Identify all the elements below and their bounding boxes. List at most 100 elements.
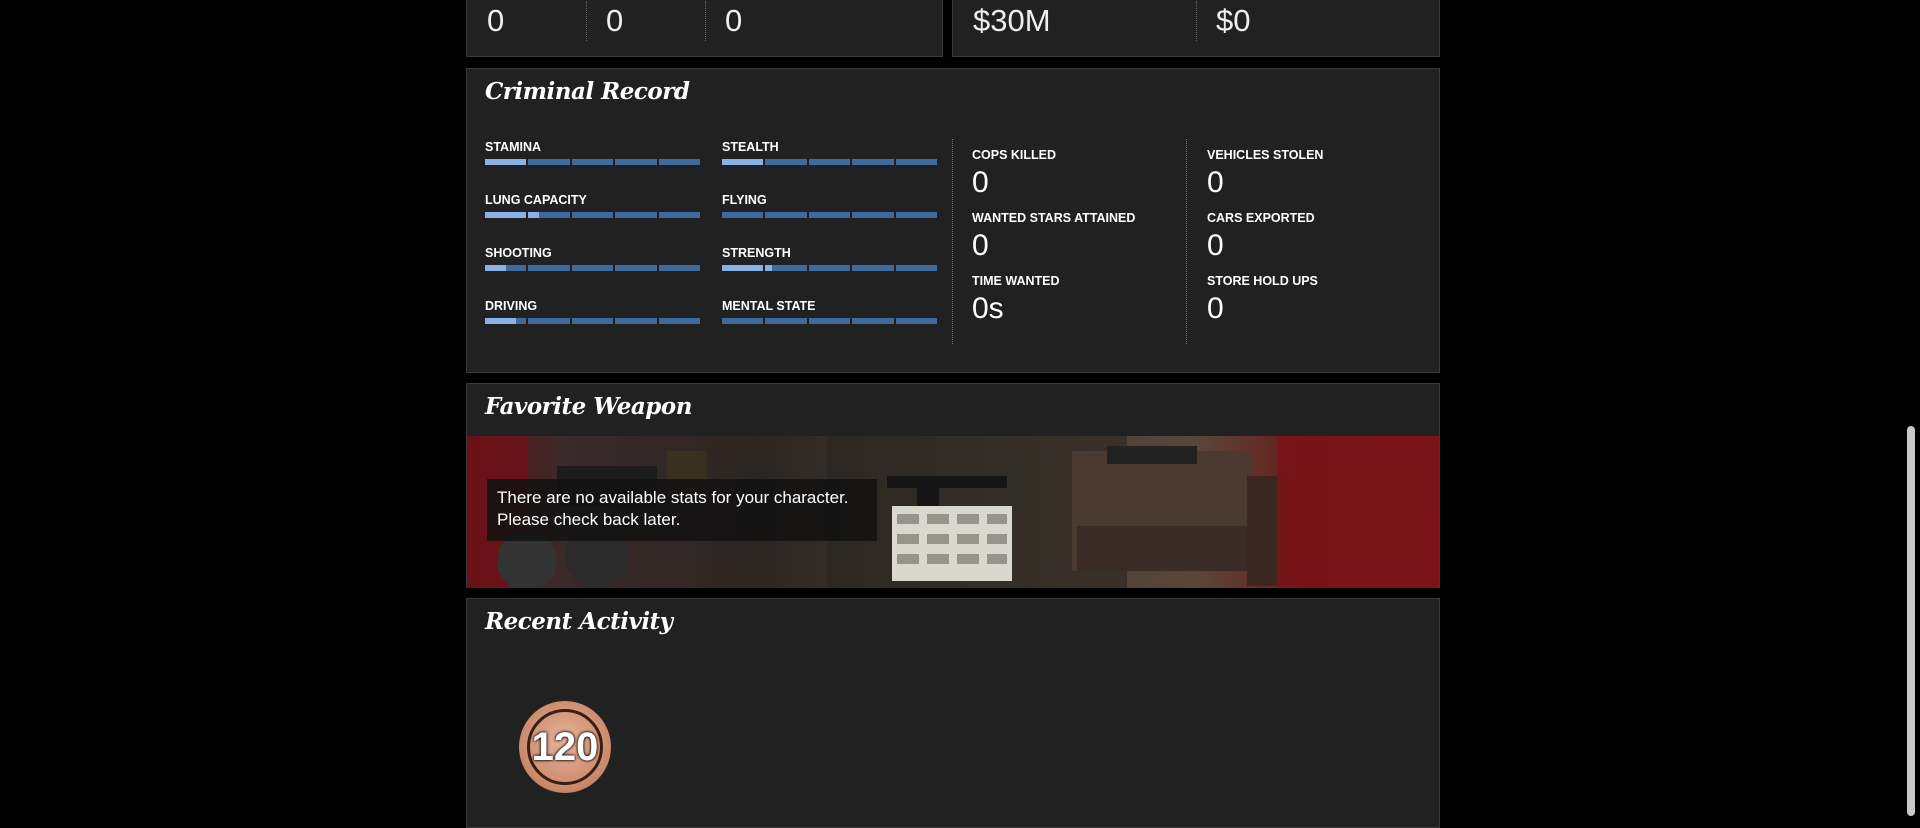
skill-bar-segment <box>852 318 894 324</box>
divider <box>952 139 953 344</box>
stat-cars-exported: CARS EXPORTED 0 <box>1207 211 1427 261</box>
skill-bar-segment <box>808 159 851 165</box>
skill-bar-segment <box>808 265 851 271</box>
recent-activity-title: Recent Activity <box>485 608 673 635</box>
skill-bar-segment <box>808 318 851 324</box>
skill-label: LUNG CAPACITY <box>485 193 587 207</box>
skill-bar-segment <box>658 318 701 324</box>
skill-bar <box>722 159 938 165</box>
skill-bar-segment <box>895 265 938 271</box>
skill-bar-segment <box>571 212 614 218</box>
skill-bar-segment <box>615 265 657 271</box>
skill-bar-segment <box>722 265 764 271</box>
skill-bar-fill <box>528 212 539 218</box>
skill-bar-segment <box>658 212 701 218</box>
stat-label: WANTED STARS ATTAINED <box>972 211 1136 225</box>
scrollbar-thumb[interactable] <box>1907 426 1915 816</box>
skill-bar-segment <box>485 318 527 324</box>
skill-bar-segment <box>615 318 657 324</box>
skill-bar-segment <box>722 318 764 324</box>
top-stat-money: $30M <box>973 3 1051 38</box>
skill-strength: STRENGTH <box>722 246 938 271</box>
criminal-record-panel: Criminal Record STAMINA STEALTH LUNG CAP… <box>466 68 1440 373</box>
skill-bar-fill <box>722 159 764 165</box>
stat-vehicles-stolen: VEHICLES STOLEN 0 <box>1207 148 1427 198</box>
favorite-weapon-title: Favorite Weapon <box>485 393 692 420</box>
skill-bar <box>722 265 938 271</box>
skill-bar <box>485 318 701 324</box>
skill-bar-segment <box>571 265 614 271</box>
skill-driving: DRIVING <box>485 299 701 324</box>
skill-bar-segment <box>571 318 614 324</box>
skill-bar <box>485 159 701 165</box>
skill-flying: FLYING <box>722 193 938 218</box>
skill-bar-segment <box>528 318 570 324</box>
top-stats-right-panel: $30M $0 <box>952 0 1440 57</box>
skill-bar-fill <box>722 265 764 271</box>
weapon-banner-image: There are no available stats for your ch… <box>467 436 1439 588</box>
skill-bar-segment <box>765 212 807 218</box>
top-stat-value: 0 <box>725 3 743 38</box>
skill-bar-segment <box>895 318 938 324</box>
skill-bar <box>722 212 938 218</box>
stat-value: 0 <box>1207 166 1224 199</box>
top-stat-value: 0 <box>487 3 505 38</box>
stat-value: 0s <box>972 292 1004 325</box>
rank-badge-icon[interactable]: 120 <box>519 701 611 793</box>
skill-bar-segment <box>808 212 851 218</box>
skill-bar-segment <box>615 159 657 165</box>
skill-label: MENTAL STATE <box>722 299 816 313</box>
skill-label: STAMINA <box>485 140 542 154</box>
no-stats-message: There are no available stats for your ch… <box>487 479 877 541</box>
skill-mental-state: MENTAL STATE <box>722 299 938 324</box>
skill-bar-segment <box>528 212 570 218</box>
stat-value: 0 <box>972 166 989 199</box>
message-line-2: Please check back later. <box>497 510 681 529</box>
skill-bar-segment <box>852 265 894 271</box>
stat-value: 0 <box>1207 292 1224 325</box>
skill-bar <box>722 318 938 324</box>
skill-bar-segment <box>722 212 764 218</box>
skill-label: FLYING <box>722 193 767 207</box>
skill-bar-segment <box>658 265 701 271</box>
scrollbar[interactable] <box>1900 0 1920 816</box>
skill-bar-segment <box>765 318 807 324</box>
skill-label: STEALTH <box>722 140 779 154</box>
skill-bar-segment <box>658 159 701 165</box>
skill-bar-segment <box>485 265 527 271</box>
skill-label: STRENGTH <box>722 246 791 260</box>
skill-bar-segment <box>571 159 614 165</box>
skill-bar-segment <box>895 159 938 165</box>
skill-lung-capacity: LUNG CAPACITY <box>485 193 701 218</box>
stat-value: 0 <box>1207 229 1224 262</box>
skill-bar-fill <box>485 212 527 218</box>
stat-label: CARS EXPORTED <box>1207 211 1315 225</box>
skill-bar <box>485 265 701 271</box>
skill-bar-segment <box>765 265 807 271</box>
skill-bar-fill <box>485 159 527 165</box>
skill-bar-segment <box>765 159 807 165</box>
message-line-1: There are no available stats for your ch… <box>497 488 849 507</box>
rank-number: 120 <box>531 724 599 769</box>
stat-value: 0 <box>972 229 989 262</box>
skill-bar-segment <box>485 212 527 218</box>
skill-bar-fill <box>485 265 506 271</box>
skill-bar-segment <box>485 159 527 165</box>
skill-shooting: SHOOTING <box>485 246 701 271</box>
top-stat-money: $0 <box>1216 3 1251 38</box>
skill-bar-segment <box>852 212 894 218</box>
skill-bar-segment <box>895 212 938 218</box>
skill-bar-segment <box>852 159 894 165</box>
skill-label: SHOOTING <box>485 246 552 260</box>
skill-bar-segment <box>722 159 764 165</box>
top-stat-value: 0 <box>606 3 624 38</box>
recent-activity-panel: Recent Activity 120 <box>466 598 1440 828</box>
skill-stealth: STEALTH <box>722 140 938 165</box>
stat-label: TIME WANTED <box>972 274 1060 288</box>
stat-label: VEHICLES STOLEN <box>1207 148 1324 162</box>
stat-time-wanted: TIME WANTED 0s <box>972 274 1192 324</box>
criminal-record-title: Criminal Record <box>485 78 690 105</box>
stat-label: STORE HOLD UPS <box>1207 274 1318 288</box>
stat-wanted-stars: WANTED STARS ATTAINED 0 <box>972 211 1192 261</box>
skill-label: DRIVING <box>485 299 538 313</box>
